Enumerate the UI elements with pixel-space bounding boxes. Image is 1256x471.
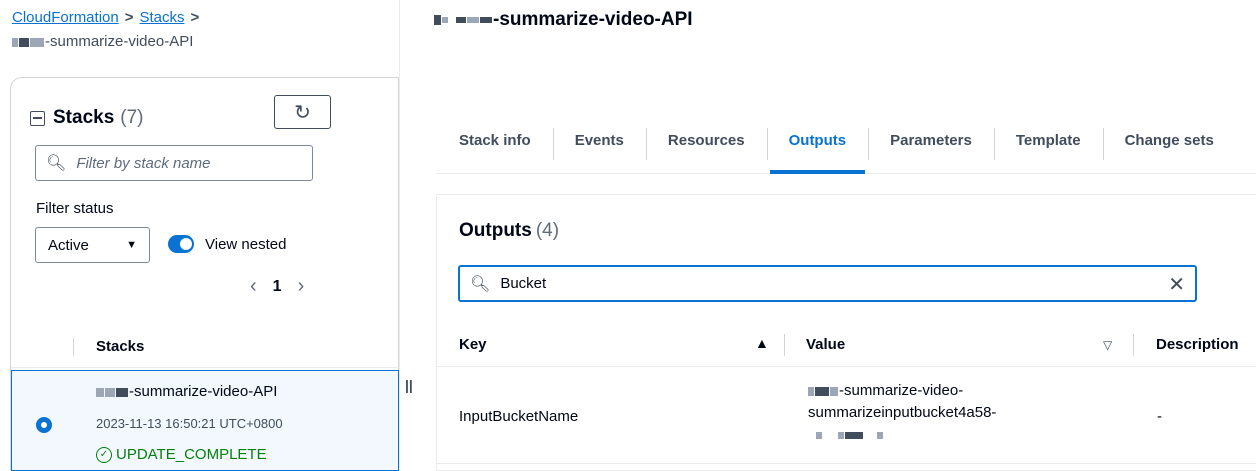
success-check-icon: ✓ [96, 446, 112, 463]
stack-filter-input[interactable]: 🔍︎ Filter by stack name [35, 145, 313, 181]
sort-ascending-icon[interactable]: ▲ [755, 335, 769, 351]
row-divider [437, 463, 1256, 464]
stacks-table-header: Stacks [11, 326, 399, 368]
caret-down-icon: ▼ [126, 239, 137, 251]
output-value-cell: -summarize-video- summarizeinputbucket4a… [808, 380, 996, 446]
breadcrumb-current: -summarize-video-API [12, 33, 193, 50]
redacted-text [816, 431, 822, 439]
tab-resources[interactable]: Resources [645, 120, 767, 174]
pagination: ‹ 1 › [250, 275, 304, 298]
tab-stack-info[interactable]: Stack info [436, 120, 553, 174]
output-key-cell: InputBucketName [459, 408, 579, 425]
stack-row-selected[interactable]: -summarize-video-API 2023-11-13 16:50:21… [11, 370, 399, 471]
breadcrumb: CloudFormation > Stacks > [12, 8, 205, 28]
filter-status-select[interactable]: Active ▼ [35, 227, 150, 263]
redacted-text [830, 386, 838, 396]
tab-events[interactable]: Events [552, 120, 646, 174]
stack-detail-tabs: Stack info Events Resources Outputs Para… [436, 120, 1256, 174]
tab-change-sets[interactable]: Change sets [1102, 120, 1236, 174]
redacted-text [96, 387, 104, 397]
redacted-text [838, 431, 844, 439]
stack-timestamp: 2023-11-13 16:50:21 UTC+0800 [96, 416, 283, 431]
breadcrumb-stacks[interactable]: Stacks [139, 9, 184, 26]
column-divider [73, 338, 74, 356]
redacted-text [480, 16, 492, 23]
redacted-text [467, 16, 479, 23]
search-icon: 🔍︎ [470, 275, 491, 293]
search-icon: 🔍︎ [46, 155, 67, 172]
tab-outputs[interactable]: Outputs [766, 120, 869, 174]
column-divider[interactable] [1133, 334, 1134, 356]
redacted-text [442, 16, 448, 23]
page-number[interactable]: 1 [273, 278, 282, 296]
redacted-text [815, 386, 829, 396]
chevron-right-icon: > [124, 9, 134, 26]
redacted-text [30, 37, 44, 47]
tab-parameters[interactable]: Parameters [868, 120, 994, 174]
redacted-text [105, 387, 115, 397]
redacted-text [456, 16, 466, 23]
redacted-text [845, 431, 863, 439]
stack-name-link[interactable]: -summarize-video-API [96, 383, 277, 400]
redacted-text [434, 14, 441, 25]
redacted-text [12, 37, 18, 47]
stacks-side-panel: CloudFormation > Stacks > -summarize-video-… [0, 0, 400, 471]
output-description-cell: - [1157, 408, 1162, 425]
redacted-text [116, 387, 128, 397]
column-divider[interactable] [784, 334, 785, 356]
redacted-text [808, 386, 814, 396]
refresh-button[interactable]: ↻ [274, 95, 331, 129]
refresh-icon: ↻ [294, 101, 311, 124]
stack-status-badge: ✓ UPDATE_COMPLETE [96, 446, 267, 463]
page-title: -summarize-video-API [434, 9, 693, 31]
radio-selected-icon[interactable] [36, 417, 52, 433]
view-nested-toggle[interactable] [168, 235, 194, 253]
outputs-table-header: Key ▲ Value ▽ Description [437, 323, 1256, 367]
tab-template[interactable]: Template [993, 120, 1103, 174]
breadcrumb-cloudformation[interactable]: CloudFormation [12, 9, 119, 26]
chevron-right-icon: > [190, 9, 200, 26]
redacted-text [877, 431, 883, 439]
key-column-header[interactable]: Key [459, 336, 487, 353]
panel-resize-handle[interactable]: || [405, 377, 413, 393]
stacks-column-header[interactable]: Stacks [96, 338, 144, 355]
outputs-heading: Outputs (4) [459, 220, 560, 241]
clear-search-icon[interactable]: ✕ [1168, 272, 1185, 297]
outputs-search-input[interactable]: 🔍︎ Bucket ✕ [458, 265, 1197, 302]
description-column-header[interactable]: Description [1156, 336, 1239, 353]
sort-unsorted-icon[interactable]: ▽ [1103, 338, 1112, 352]
redacted-text [19, 37, 29, 47]
view-nested-label: View nested [205, 236, 287, 253]
collapse-icon[interactable] [30, 110, 45, 126]
stacks-heading: Stacks (7) [30, 107, 144, 129]
next-page-icon[interactable]: › [298, 275, 305, 298]
value-column-header[interactable]: Value [806, 336, 845, 353]
filter-status-label: Filter status [36, 200, 114, 217]
previous-page-icon[interactable]: ‹ [250, 275, 257, 298]
